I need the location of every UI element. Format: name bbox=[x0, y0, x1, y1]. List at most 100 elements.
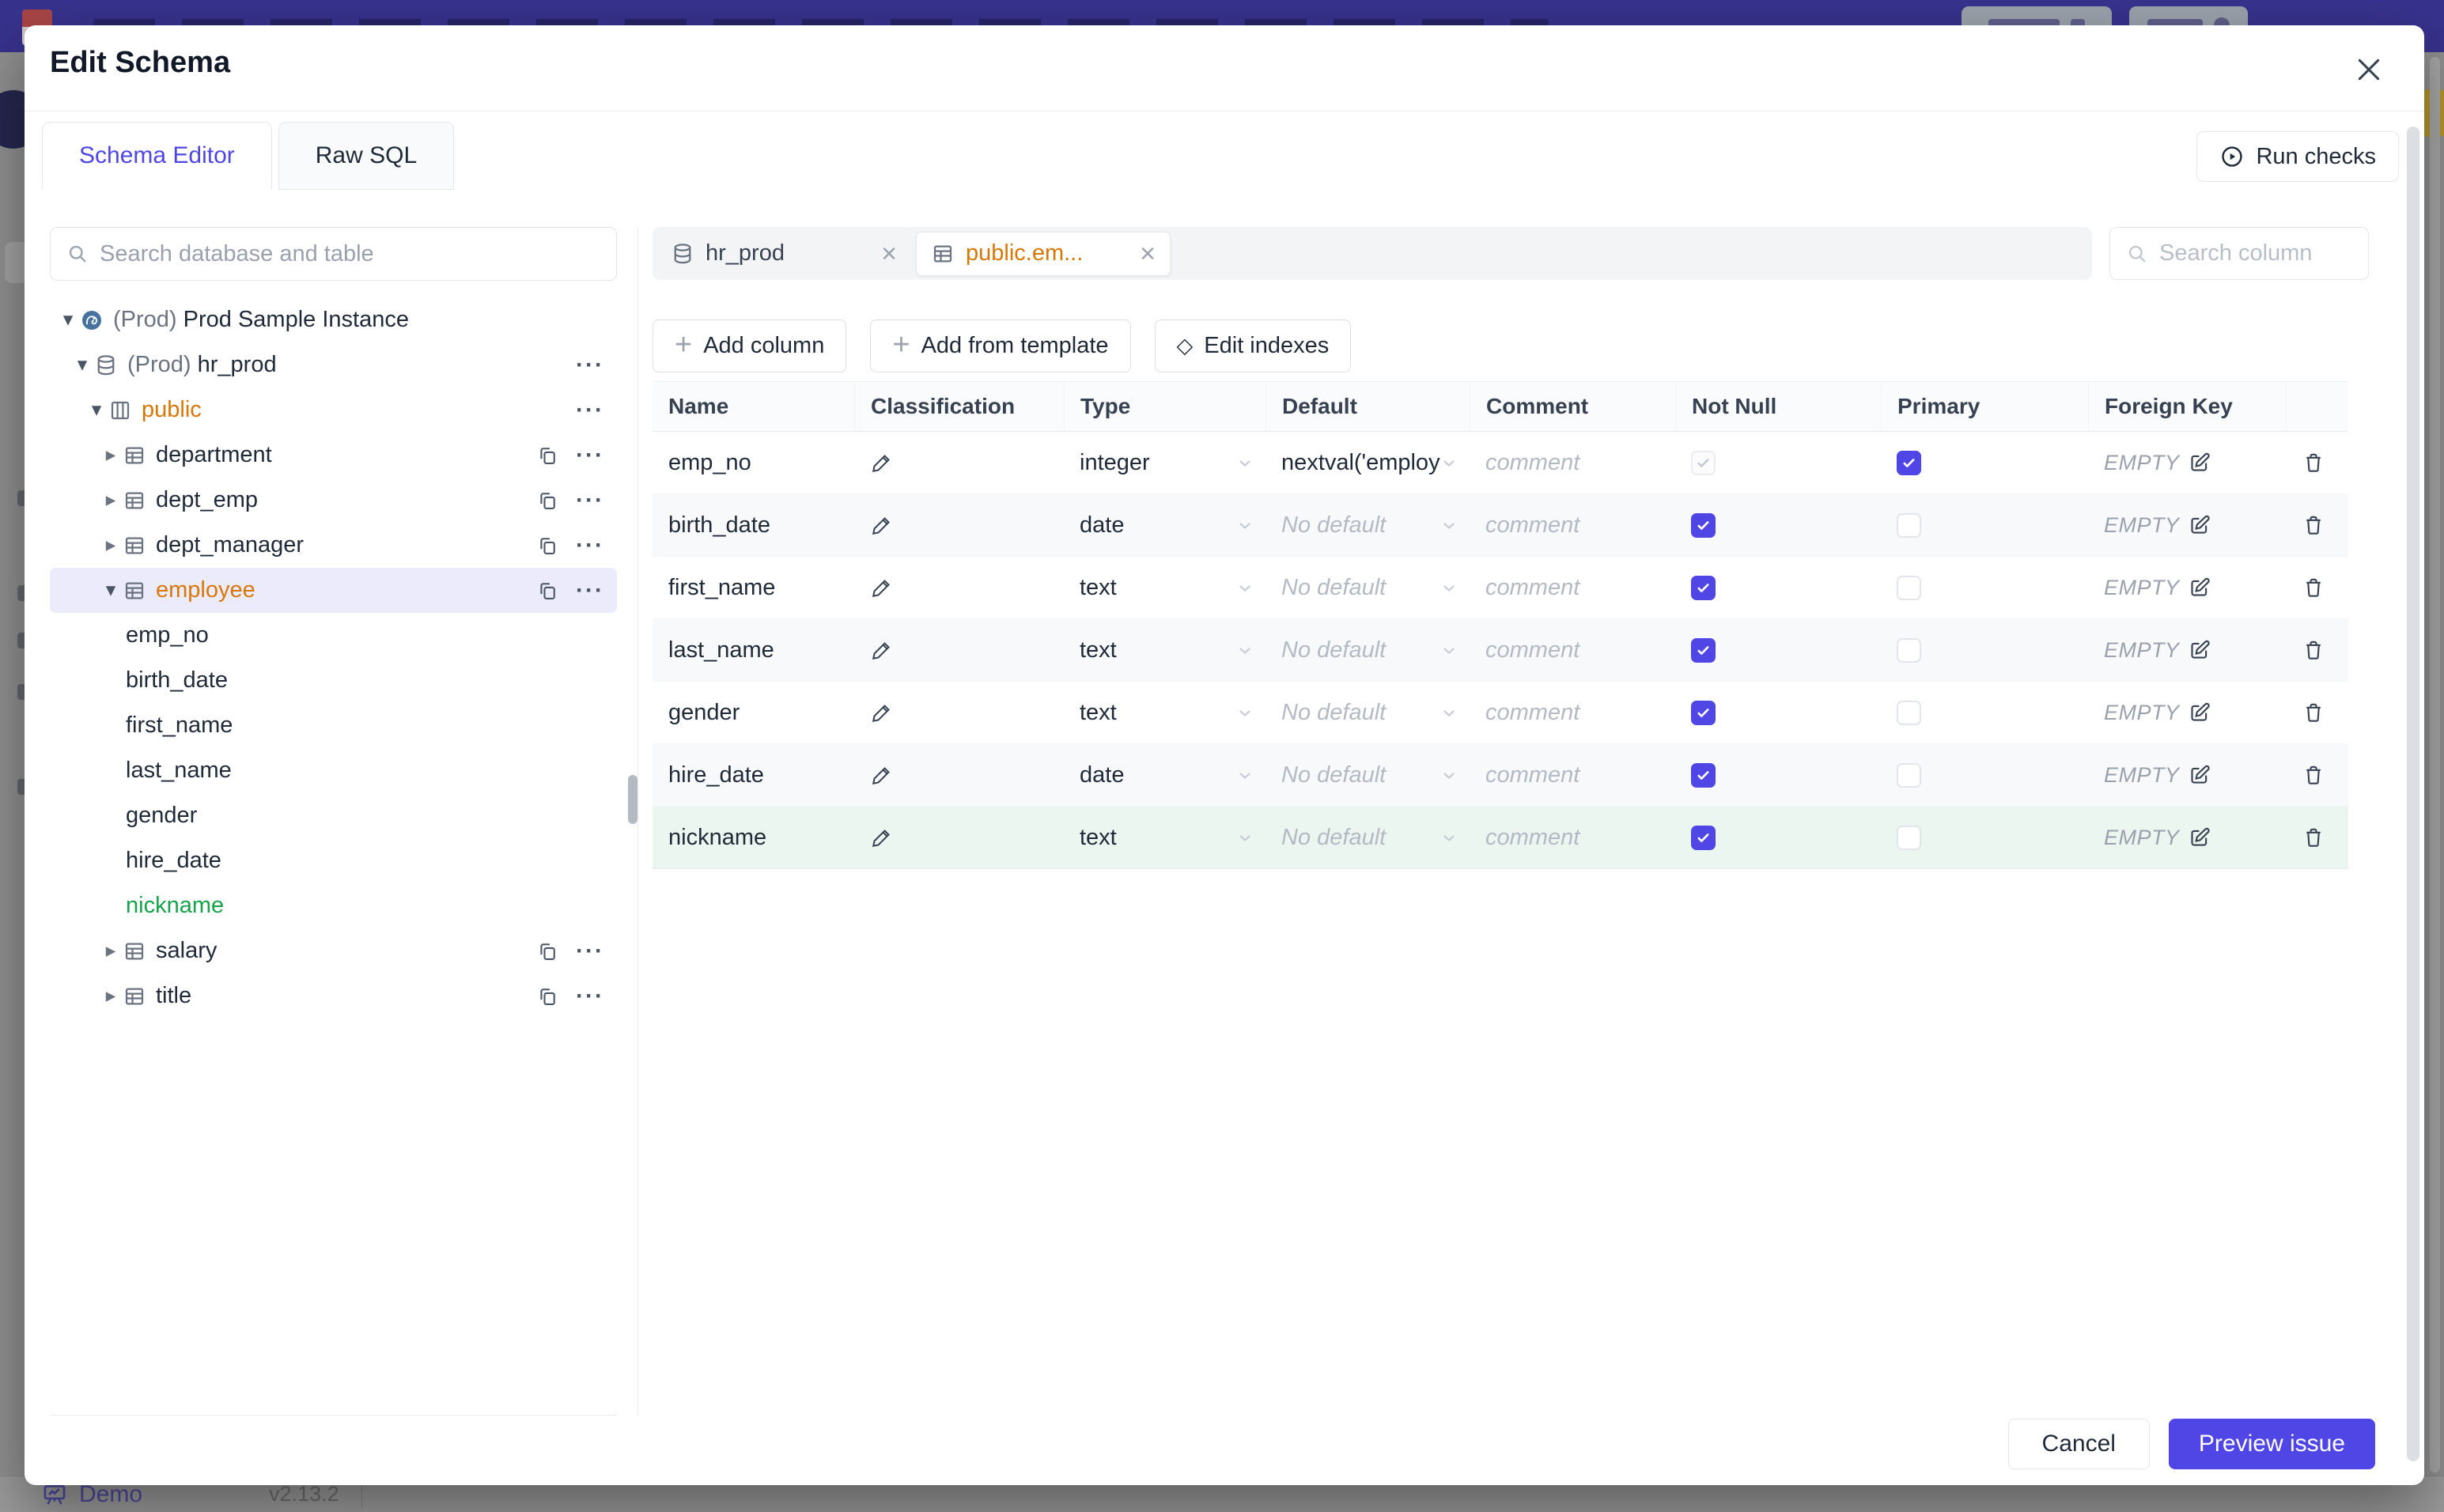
edit-foreign-key-icon[interactable] bbox=[2188, 638, 2211, 662]
tree-item-gender[interactable]: gender bbox=[50, 793, 617, 838]
tree-item-last_name[interactable]: last_name bbox=[50, 748, 617, 793]
more-actions-icon[interactable]: ··· bbox=[576, 533, 604, 558]
not-null-checkbox[interactable] bbox=[1691, 575, 1716, 600]
tree-item-public[interactable]: ▾ public ··· bbox=[50, 387, 617, 433]
tree-item-dept_emp[interactable]: ▸ dept_emp ··· bbox=[50, 478, 617, 523]
comment-input[interactable]: comment bbox=[1470, 557, 1675, 618]
delete-column-icon[interactable] bbox=[2302, 763, 2325, 787]
tree-item-birth_date[interactable]: birth_date bbox=[50, 658, 617, 703]
type-select[interactable]: text bbox=[1064, 619, 1266, 681]
edit-foreign-key-icon[interactable] bbox=[2188, 826, 2211, 849]
close-tab-icon[interactable]: × bbox=[881, 240, 897, 267]
delete-column-icon[interactable] bbox=[2302, 638, 2325, 662]
column-search-input[interactable]: Search column bbox=[2109, 227, 2369, 280]
comment-input[interactable]: comment bbox=[1470, 432, 1675, 493]
primary-checkbox[interactable] bbox=[1897, 575, 1921, 600]
classification-edit-icon[interactable] bbox=[870, 701, 894, 724]
column-name-cell[interactable]: first_name bbox=[653, 557, 854, 618]
copy-icon[interactable] bbox=[536, 985, 558, 1007]
type-select[interactable]: text bbox=[1064, 807, 1266, 868]
delete-column-icon[interactable] bbox=[2302, 826, 2325, 849]
primary-checkbox[interactable] bbox=[1897, 762, 1921, 788]
tree-item-first_name[interactable]: first_name bbox=[50, 703, 617, 748]
caret-icon[interactable]: ▸ bbox=[99, 535, 123, 555]
more-actions-icon[interactable]: ··· bbox=[576, 939, 604, 963]
delete-column-icon[interactable] bbox=[2302, 513, 2325, 537]
column-name-cell[interactable]: nickname bbox=[653, 807, 854, 868]
type-select[interactable]: integer bbox=[1064, 432, 1266, 493]
panel-resize-handle[interactable] bbox=[628, 775, 637, 824]
caret-icon[interactable]: ▸ bbox=[99, 941, 123, 961]
default-select[interactable]: No default bbox=[1266, 682, 1470, 743]
delete-column-icon[interactable] bbox=[2302, 451, 2325, 474]
close-icon[interactable] bbox=[2353, 54, 2385, 85]
not-null-checkbox[interactable] bbox=[1691, 825, 1716, 850]
copy-icon[interactable] bbox=[536, 580, 558, 602]
comment-input[interactable]: comment bbox=[1470, 619, 1675, 681]
primary-checkbox[interactable] bbox=[1897, 700, 1921, 725]
default-select[interactable]: nextval('employ bbox=[1266, 432, 1470, 493]
comment-input[interactable]: comment bbox=[1470, 494, 1675, 556]
tree-item-dept_manager[interactable]: ▸ dept_manager ··· bbox=[50, 523, 617, 568]
column-name-cell[interactable]: emp_no bbox=[653, 432, 854, 493]
classification-edit-icon[interactable] bbox=[870, 513, 894, 537]
edit-foreign-key-icon[interactable] bbox=[2188, 763, 2211, 787]
tree-item-salary[interactable]: ▸ salary ··· bbox=[50, 928, 617, 973]
type-select[interactable]: text bbox=[1064, 682, 1266, 743]
database-search-input[interactable]: Search database and table bbox=[50, 227, 617, 281]
edit-indexes-button[interactable]: ◇ Edit indexes bbox=[1154, 319, 1352, 372]
dialog-tab-schema-editor[interactable]: Schema Editor bbox=[42, 122, 272, 190]
default-select[interactable]: No default bbox=[1266, 494, 1470, 556]
cancel-button[interactable]: Cancel bbox=[2007, 1419, 2150, 1469]
classification-edit-icon[interactable] bbox=[870, 763, 894, 787]
type-select[interactable]: text bbox=[1064, 557, 1266, 618]
add-column-button[interactable]: + Add column bbox=[653, 319, 847, 372]
not-null-checkbox[interactable] bbox=[1691, 512, 1716, 538]
delete-column-icon[interactable] bbox=[2302, 701, 2325, 724]
caret-icon[interactable]: ▸ bbox=[99, 490, 123, 510]
caret-icon[interactable]: ▾ bbox=[70, 355, 94, 375]
classification-edit-icon[interactable] bbox=[870, 576, 894, 599]
column-name-cell[interactable]: hire_date bbox=[653, 744, 854, 806]
preview-issue-button[interactable]: Preview issue bbox=[2168, 1419, 2375, 1469]
not-null-checkbox[interactable] bbox=[1691, 762, 1716, 788]
classification-edit-icon[interactable] bbox=[870, 638, 894, 662]
dialog-tab-raw-sql[interactable]: Raw SQL bbox=[278, 122, 455, 190]
primary-checkbox[interactable] bbox=[1897, 512, 1921, 538]
classification-edit-icon[interactable] bbox=[870, 826, 894, 849]
caret-icon[interactable]: ▾ bbox=[99, 580, 123, 600]
editor-tab[interactable]: hr_prod × bbox=[656, 232, 911, 276]
more-actions-icon[interactable]: ··· bbox=[576, 488, 604, 512]
not-null-checkbox[interactable] bbox=[1691, 637, 1716, 663]
more-actions-icon[interactable]: ··· bbox=[576, 984, 604, 1008]
caret-icon[interactable]: ▸ bbox=[99, 986, 123, 1006]
copy-icon[interactable] bbox=[536, 535, 558, 557]
comment-input[interactable]: comment bbox=[1470, 744, 1675, 806]
edit-foreign-key-icon[interactable] bbox=[2188, 701, 2211, 724]
delete-column-icon[interactable] bbox=[2302, 576, 2325, 599]
add-from-template-button[interactable]: + Add from template bbox=[870, 319, 1131, 372]
edit-foreign-key-icon[interactable] bbox=[2188, 451, 2211, 474]
column-name-cell[interactable]: gender bbox=[653, 682, 854, 743]
run-checks-button[interactable]: Run checks bbox=[2196, 131, 2399, 182]
copy-icon[interactable] bbox=[536, 444, 558, 467]
column-name-cell[interactable]: birth_date bbox=[653, 494, 854, 556]
column-name-cell[interactable]: last_name bbox=[653, 619, 854, 681]
copy-icon[interactable] bbox=[536, 940, 558, 962]
not-null-checkbox[interactable] bbox=[1691, 700, 1716, 725]
copy-icon[interactable] bbox=[536, 490, 558, 512]
tree-item-department[interactable]: ▸ department ··· bbox=[50, 433, 617, 478]
tree-item-Prod Sample Instance[interactable]: ▾ (Prod) Prod Sample Instance bbox=[50, 297, 617, 342]
default-select[interactable]: No default bbox=[1266, 619, 1470, 681]
more-actions-icon[interactable]: ··· bbox=[576, 353, 604, 377]
primary-checkbox[interactable] bbox=[1897, 637, 1921, 663]
default-select[interactable]: No default bbox=[1266, 744, 1470, 806]
classification-edit-icon[interactable] bbox=[870, 451, 894, 474]
editor-tab[interactable]: public.em... × bbox=[916, 231, 1171, 276]
tree-item-nickname[interactable]: nickname bbox=[50, 883, 617, 928]
edit-foreign-key-icon[interactable] bbox=[2188, 513, 2211, 537]
close-tab-icon[interactable]: × bbox=[1140, 240, 1156, 267]
more-actions-icon[interactable]: ··· bbox=[576, 578, 604, 603]
tree-item-emp_no[interactable]: emp_no bbox=[50, 613, 617, 658]
caret-icon[interactable]: ▸ bbox=[99, 445, 123, 465]
